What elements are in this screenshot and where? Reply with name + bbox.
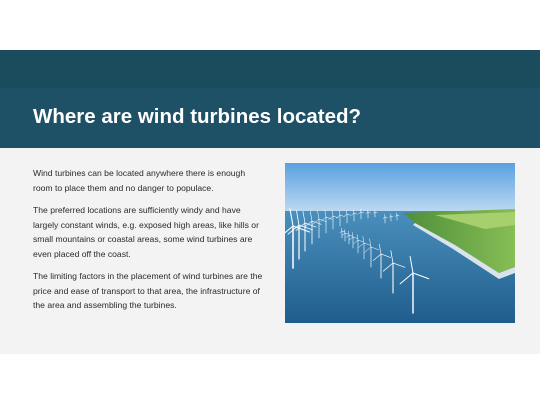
- slide: Where are wind turbines located? Wind tu…: [0, 50, 540, 354]
- header-band: [0, 50, 540, 88]
- sky: [285, 163, 515, 213]
- body-text: Wind turbines can be located anywhere th…: [33, 166, 265, 321]
- slide-header: Where are wind turbines located?: [0, 50, 540, 148]
- wind-farm-photo: [285, 163, 515, 323]
- paragraph-3: The limiting factors in the placement of…: [33, 271, 263, 310]
- paragraph-2: The preferred locations are sufficiently…: [33, 205, 259, 259]
- page: Where are wind turbines located? Wind tu…: [0, 0, 540, 405]
- paragraph-1: Wind turbines can be located anywhere th…: [33, 168, 246, 193]
- slide-title: Where are wind turbines located?: [33, 105, 362, 128]
- wind-farm-illustration: [285, 163, 515, 323]
